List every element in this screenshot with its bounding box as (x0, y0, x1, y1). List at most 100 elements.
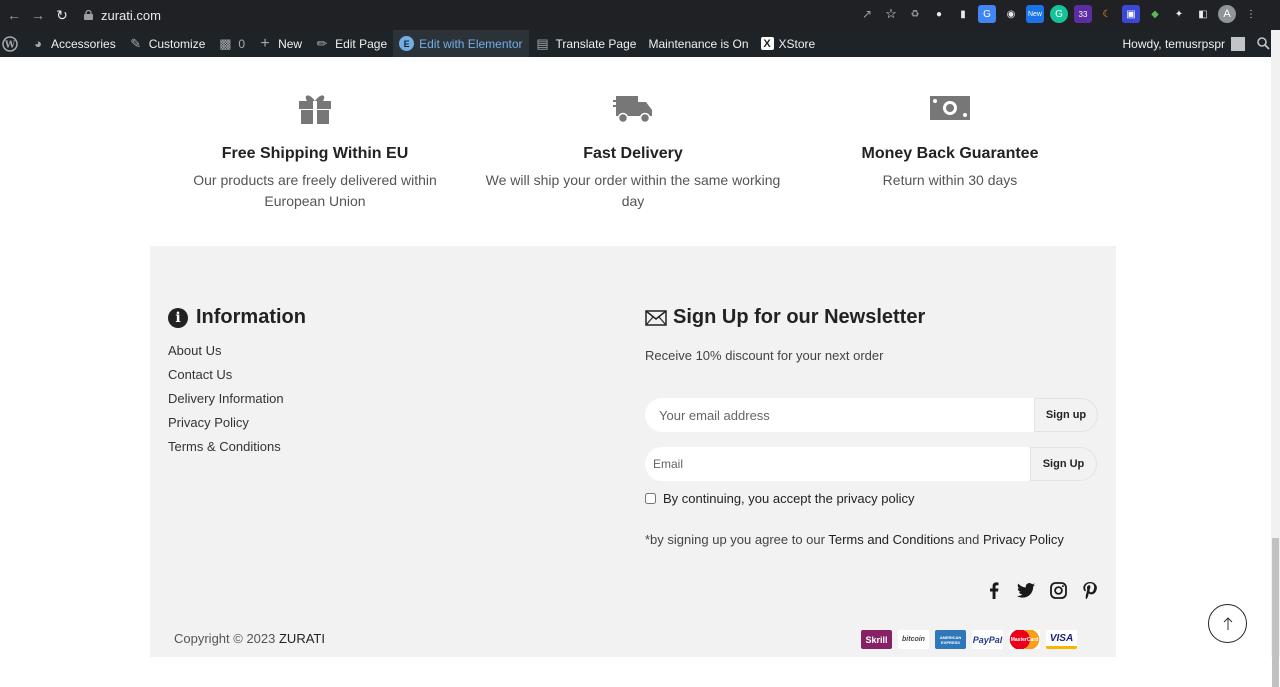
wpbar-edit-elementor-label: Edit with Elementor (419, 36, 523, 51)
reload-icon[interactable]: ↻ (50, 3, 74, 27)
wp-admin-bar: W ◕ Accessories ✎ Customize ▩ 0 + New ✏ Edit … (0, 30, 1280, 57)
signup-button-secondary[interactable]: Sign Up (1030, 447, 1097, 481)
share-icon[interactable]: ↗ (858, 5, 876, 23)
cube-icon[interactable]: ◆ (1146, 5, 1164, 23)
comment-icon: ▩ (219, 35, 232, 51)
brand-link[interactable]: ZURATI (279, 631, 325, 646)
newsletter-title: Sign Up for our Newsletter (673, 306, 926, 328)
mastercard-icon: MasterCard (1009, 630, 1040, 649)
translate-icon[interactable]: G (978, 5, 996, 23)
gift-icon (299, 95, 331, 124)
wpbar-translate-page-label: Translate Page (555, 36, 637, 51)
visa-icon: VISA (1046, 630, 1077, 649)
link-contact-us[interactable]: Contact Us (168, 367, 284, 391)
newsletter-form-primary: Sign up (645, 398, 1098, 432)
instagram-icon[interactable] (1049, 581, 1067, 599)
feature-text: We will ship your order within the same … (485, 172, 781, 209)
user-avatar[interactable] (1231, 36, 1245, 51)
privacy-consent: By continuing, you accept the privacy po… (645, 491, 914, 506)
link-delivery-information[interactable]: Delivery Information (168, 391, 284, 415)
privacy-consent-label: By continuing, you accept the privacy po… (663, 491, 915, 506)
wp-logo-menu[interactable]: W (0, 30, 24, 57)
arrow-up-icon (1223, 617, 1232, 630)
feature-title: Free Shipping Within EU (221, 145, 409, 162)
address-bar[interactable]: zurati.com (84, 0, 161, 30)
cash-icon (930, 96, 970, 120)
wpbar-edit-page-label: Edit Page (335, 36, 388, 51)
copyright-text: Copyright © 2023 (174, 631, 279, 646)
page-scrollbar[interactable] (1271, 30, 1280, 687)
facebook-icon[interactable] (985, 581, 1003, 599)
wpbar-edit-elementor[interactable]: E Edit with Elementor (393, 30, 529, 57)
link-about-us[interactable]: About Us (168, 343, 284, 367)
wpbar-customize[interactable]: ✎ Customize (122, 30, 212, 57)
wpbar-customize-label: Customize (148, 36, 206, 51)
wpbar-xstore-label: XStore (778, 36, 816, 51)
wpbar-new[interactable]: + New (251, 30, 308, 57)
recycle-icon[interactable]: ♻ (906, 5, 924, 23)
wpbar-xstore[interactable]: X XStore (755, 30, 822, 57)
profile-avatar[interactable]: A (1218, 5, 1236, 23)
wpbar-maintenance[interactable]: Maintenance is On (642, 30, 754, 57)
grammarly-icon[interactable]: G (1050, 5, 1068, 23)
wpbar-new-label: New (278, 36, 303, 51)
terms-note: *by signing up you agree to our Terms an… (645, 532, 1064, 547)
link-terms-conditions[interactable]: Terms & Conditions (168, 439, 284, 463)
signup-button-primary[interactable]: Sign up (1034, 398, 1098, 432)
lock-icon (84, 10, 93, 20)
feature-money-back: Money Back Guarantee Return within 30 da… (800, 90, 1100, 191)
terms-link[interactable]: Terms and Conditions (828, 532, 954, 547)
feature-text: Our products are freely delivered within… (193, 172, 437, 209)
extension-icon[interactable]: ▮ (954, 5, 972, 23)
capture-icon[interactable]: ▣ (1122, 5, 1140, 23)
extensions-bar: ↗ ☆ ♻ ● ▮ G ◉ New G 33 ☾ ▣ ◆ ✦ ◧ A ⋮ (858, 5, 1260, 23)
sidepanel-icon[interactable]: ◧ (1194, 5, 1212, 23)
counter-badge-icon[interactable]: 33 (1074, 5, 1092, 23)
menu-dots-icon[interactable]: ⋮ (1242, 5, 1260, 23)
back-to-top-button[interactable] (1208, 604, 1247, 643)
link-privacy-policy[interactable]: Privacy Policy (168, 415, 284, 439)
plus-icon: + (260, 34, 270, 52)
wpbar-accessories[interactable]: ◕ Accessories (24, 30, 122, 57)
terms-note-and: and (954, 532, 983, 547)
back-icon[interactable]: ← (2, 3, 26, 27)
privacy-link[interactable]: Privacy Policy (983, 532, 1064, 547)
social-links (985, 581, 1099, 599)
moon-icon[interactable]: ☾ (1098, 5, 1116, 23)
features-band: Free Shipping Within EU Our products are… (150, 57, 1116, 246)
info-icon: i (168, 307, 188, 328)
globe-icon[interactable]: ● (930, 5, 948, 23)
feature-title: Fast Delivery (583, 145, 683, 162)
twitter-icon[interactable] (1017, 581, 1035, 599)
wpbar-edit-page[interactable]: ✏ Edit Page (308, 30, 393, 57)
copyright: Copyright © 2023 ZURATI (174, 631, 325, 646)
footer: i Information About Us Contact Us Delive… (150, 246, 1116, 657)
brush-icon: ✎ (130, 35, 142, 51)
envelope-icon (645, 309, 667, 326)
wpbar-account: Howdy, temusrpspr (1117, 30, 1280, 57)
bitcoin-icon: bitcoin (898, 630, 929, 649)
camera-icon[interactable]: ◉ (1002, 5, 1020, 23)
information-heading: i Information (168, 306, 306, 329)
star-icon[interactable]: ☆ (882, 5, 900, 23)
wpbar-comments[interactable]: ▩ 0 (211, 30, 251, 57)
puzzle-icon[interactable]: ✦ (1170, 5, 1188, 23)
wpbar-comments-count: 0 (238, 36, 246, 51)
wpbar-accessories-label: Accessories (51, 36, 116, 51)
pencil-icon: ✏ (316, 35, 328, 51)
skrill-icon: Skrill (861, 630, 892, 649)
email-input-primary[interactable] (645, 398, 1034, 432)
wpbar-translate-page[interactable]: ▤ Translate Page (529, 30, 643, 57)
url-text: zurati.com (101, 7, 161, 23)
forward-icon[interactable]: → (26, 3, 50, 27)
wpbar-howdy[interactable]: Howdy, temusrpspr (1117, 30, 1231, 57)
newsletter-subtitle: Receive 10% discount for your next order (645, 348, 884, 363)
information-links: About Us Contact Us Delivery Information… (168, 343, 284, 463)
privacy-consent-checkbox[interactable] (645, 493, 656, 504)
elementor-icon: E (399, 36, 415, 51)
pinterest-icon[interactable] (1081, 581, 1099, 599)
new-badge-icon[interactable]: New (1026, 5, 1044, 23)
scrollbar-thumb[interactable] (1272, 538, 1279, 687)
email-input-secondary[interactable] (645, 447, 1030, 481)
amex-icon: AMERICAN EXPRESS (935, 630, 966, 649)
